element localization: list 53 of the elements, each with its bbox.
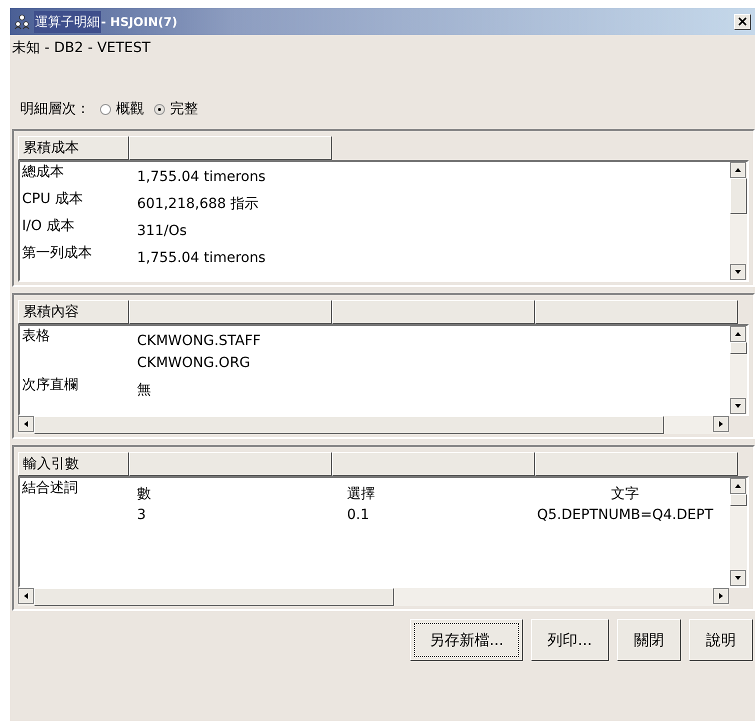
radio-label[interactable]: 概觀 [116,100,144,118]
column-header[interactable] [129,300,332,324]
column-value: 0.1 [347,507,370,523]
column-header[interactable] [332,452,535,476]
column-header[interactable] [332,300,535,324]
radio-button[interactable] [154,104,165,114]
scroll-thumb[interactable] [730,342,747,354]
column-heading: 選擇 [347,485,376,503]
row-value: CKMWONG.STAFF [137,332,261,351]
row-label: CPU 成本 [22,190,84,209]
vertical-scrollbar[interactable] [730,162,747,280]
column-header[interactable]: 輸入引數 [18,452,129,476]
column-header[interactable] [535,300,738,324]
row-label: 第一列成本 [22,244,93,263]
column-header[interactable]: 累積成本 [18,136,129,160]
people-icon [14,14,30,30]
radio-label[interactable]: 完整 [170,100,198,118]
context-label: 未知 - DB2 - VETEST [11,39,152,58]
row-value: 1,755.04 timerons [137,168,266,187]
column-header[interactable] [129,136,332,160]
scroll-thumb[interactable] [730,494,747,506]
row-value: 311/Os [137,222,187,241]
row-label: 表格 [22,327,51,346]
column-header[interactable] [535,452,738,476]
row-value: 無 [137,381,151,400]
detail-level-label: 明細層次： [20,100,90,118]
vertical-scrollbar[interactable] [730,478,747,586]
row-value: 1,755.04 timerons [137,249,266,268]
row-label: 總成本 [22,163,65,182]
column-value: 3 [137,507,147,523]
column-heading: 數 [137,485,152,503]
scroll-thumb[interactable] [34,588,394,606]
row-label: 結合述詞 [22,479,79,498]
dialog-button[interactable]: 關閉 [617,619,681,661]
close-button[interactable] [734,14,751,30]
vertical-scrollbar[interactable] [730,326,747,414]
row-label: I/O 成本 [22,217,76,236]
dialog-button[interactable]: 列印... [530,619,609,661]
window-title: 運算子明細 [34,10,101,32]
radio-button[interactable] [100,104,111,114]
row-value: CKMWONG.ORG [137,354,252,373]
scroll-thumb[interactable] [730,178,747,214]
column-header[interactable]: 累積內容 [18,300,129,324]
dialog-button[interactable]: 說明 [689,619,753,661]
column-value: Q5.DEPTNUMB=Q4.DEPT [537,507,714,523]
close-icon[interactable] [738,17,747,26]
column-heading: 文字 [611,485,640,503]
window-subtitle: - HSJOIN(7) [101,14,178,28]
column-header[interactable] [129,452,332,476]
row-value: 601,218,688 指示 [137,195,259,214]
row-label: 次序直欄 [22,376,79,395]
horizontal-scrollbar[interactable] [18,588,729,606]
dialog-button[interactable]: 另存新檔... [410,619,523,661]
